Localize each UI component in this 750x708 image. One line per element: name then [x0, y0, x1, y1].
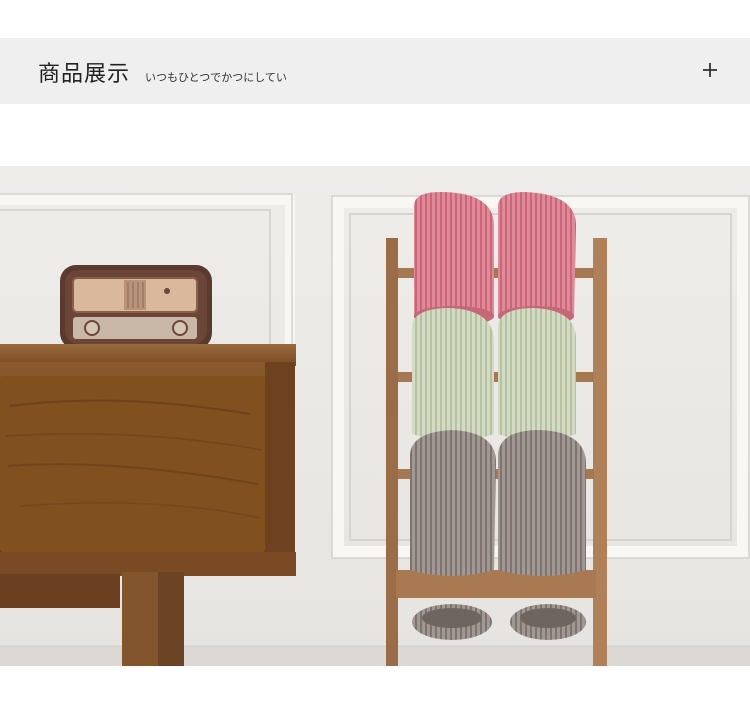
radio-object — [60, 265, 212, 349]
product-photo — [0, 166, 750, 666]
section-header[interactable]: 商品展示 いつもひとつでかつにしてい — [0, 38, 750, 104]
expand-button[interactable] — [696, 56, 724, 84]
product-illustration — [0, 166, 750, 666]
plus-icon — [703, 63, 717, 77]
section-title: 商品展示 — [38, 62, 131, 87]
section-subtitle: いつもひとつでかつにしてい — [145, 71, 287, 84]
